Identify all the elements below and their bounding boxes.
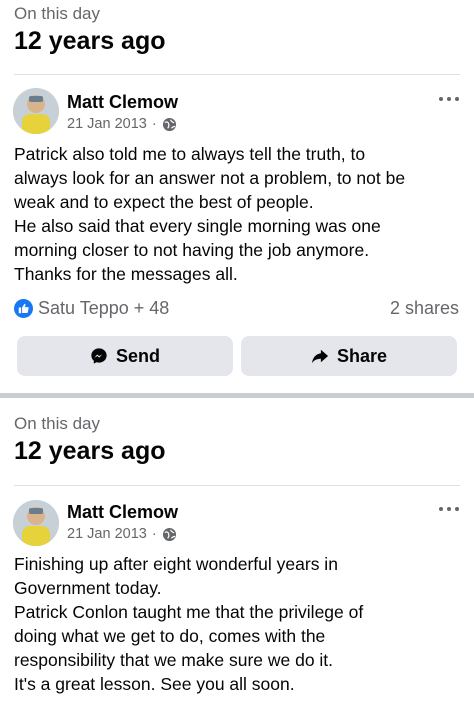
time-ago-heading: 12 years ago [14,437,166,465]
globe-icon [162,117,176,131]
post-text: Finishing up after eight wonderful years… [14,552,462,696]
post-author[interactable]: Matt Clemow [67,502,178,523]
post-text-line: Patrick also told me to always tell the … [14,144,366,164]
shares-count[interactable]: 2 shares [390,298,459,319]
section-separator [0,393,474,398]
post-text-line: Finishing up after eight wonderful years… [14,554,338,574]
share-label: Share [336,345,388,366]
divider [14,485,460,486]
divider [14,74,460,75]
more-options-icon[interactable] [439,507,459,513]
on-this-day-label: On this day [14,414,100,433]
post-date[interactable]: 21 Jan 2013 [67,116,147,132]
post-meta: 21 Jan 2013 · [67,526,177,542]
post-text-line: weak and to expect the best of people. [14,192,314,212]
post-text-line: Patrick Conlon taught me that the privil… [14,602,364,622]
avatar-image [13,500,59,546]
send-button[interactable]: Send [17,336,233,376]
globe-icon [162,527,176,541]
post-text: Patrick also told me to always tell the … [14,142,462,286]
meta-separator: · [151,526,157,542]
like-icon [14,299,33,318]
post-meta: 21 Jan 2013 · [67,116,177,132]
post-text-line: doing what we get to do, comes with the [14,626,326,646]
post-text-line: It's a great lesson. See you all soon. [14,674,295,694]
post-text-line: Government today. [14,578,162,598]
post-text-line: He also said that every single morning w… [14,216,381,236]
post-author[interactable]: Matt Clemow [67,92,178,113]
avatar[interactable] [13,88,59,134]
reactions-summary[interactable]: Satu Teppo + 48 [14,298,169,319]
share-button[interactable]: Share [241,336,457,376]
avatar[interactable] [13,500,59,546]
post-text-line: responsibility that we make sure we do i… [14,650,334,670]
time-ago-heading: 12 years ago [14,27,166,55]
more-options-icon[interactable] [439,97,459,103]
avatar-image [13,88,59,134]
post-text-line: morning closer to not having the job any… [14,240,370,260]
post-text-line: always look for an answer not a problem,… [14,168,406,188]
messenger-icon [91,348,107,364]
share-arrow-icon [311,349,329,364]
meta-separator: · [151,116,157,132]
on-this-day-label: On this day [14,4,100,23]
post-date[interactable]: 21 Jan 2013 [67,526,147,542]
post-text-line: Thanks for the messages all. [14,264,238,284]
reactions-count: Satu Teppo + 48 [38,298,170,318]
send-label: Send [115,345,160,366]
